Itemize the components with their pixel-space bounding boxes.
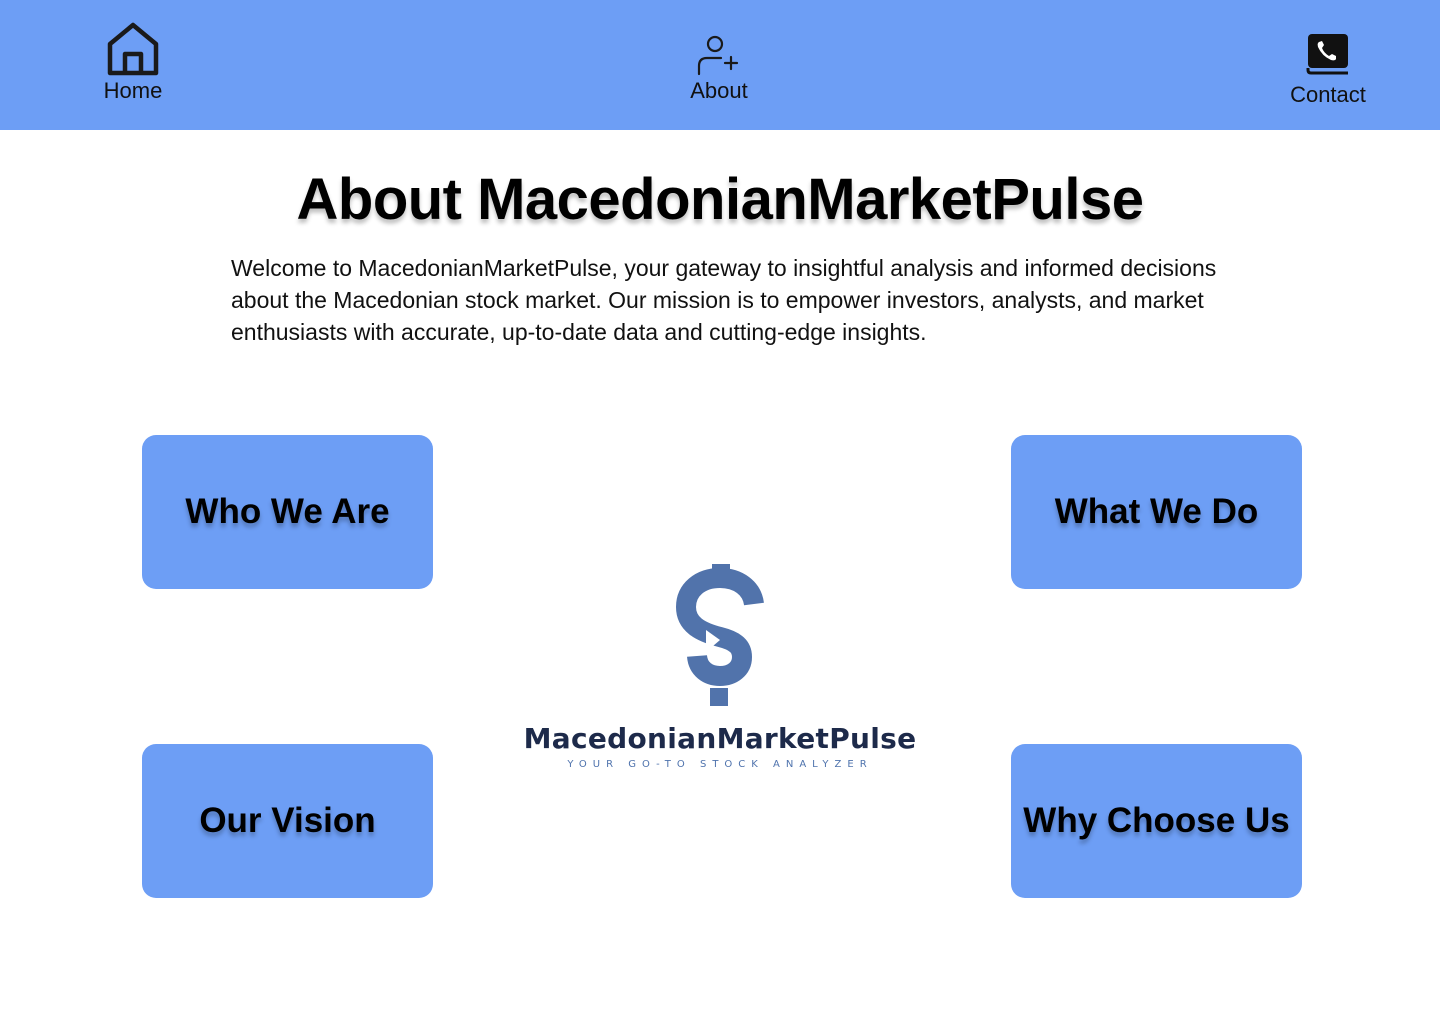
intro-paragraph: Welcome to MacedonianMarketPulse, your g… <box>231 255 1217 345</box>
nav-contact[interactable]: Contact <box>1282 30 1374 108</box>
what-we-do-card[interactable]: What We Do <box>1011 435 1302 589</box>
top-navbar: Home About Contact <box>0 0 1440 130</box>
why-choose-us-card[interactable]: Why Choose Us <box>1011 744 1302 898</box>
who-we-are-label: Who We Are <box>185 492 390 531</box>
page-title: About MacedonianMarketPulse <box>296 167 1144 232</box>
contact-book-icon <box>1306 34 1348 75</box>
brand-logo: MacedonianMarketPulse YOUR GO-TO STOCK A… <box>520 560 920 780</box>
why-choose-us-label: Why Choose Us <box>1023 801 1290 840</box>
our-vision-card[interactable]: Our Vision <box>142 744 433 898</box>
dollar-sign-icon <box>675 564 764 706</box>
logo-tagline: YOUR GO-TO STOCK ANALYZER <box>567 759 873 770</box>
who-we-are-card[interactable]: Who We Are <box>142 435 433 589</box>
home-icon <box>107 22 159 76</box>
nav-about[interactable]: About <box>678 30 760 104</box>
nav-contact-label: Contact <box>1290 82 1366 107</box>
nav-home-label: Home <box>103 78 163 103</box>
our-vision-label: Our Vision <box>199 801 376 840</box>
add-user-icon <box>697 35 739 76</box>
nav-about-label: About <box>690 78 748 103</box>
logo-wordmark: MacedonianMarketPulse <box>523 722 917 755</box>
what-we-do-label: What We Do <box>1054 492 1259 531</box>
nav-home[interactable]: Home <box>92 20 174 104</box>
